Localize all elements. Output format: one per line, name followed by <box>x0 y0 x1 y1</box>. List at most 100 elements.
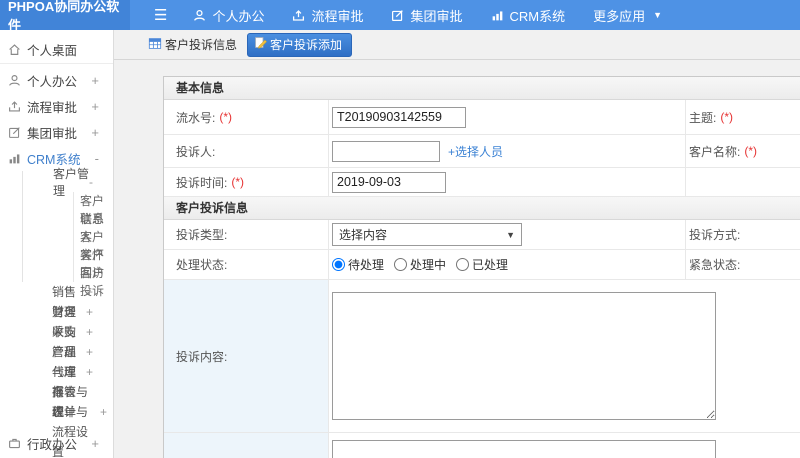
radio-pending[interactable]: 待处理 <box>332 256 384 273</box>
expand-icon[interactable]: + <box>91 73 99 88</box>
radio-processed[interactable]: 已处理 <box>456 256 508 273</box>
sidebar-item-customer-care[interactable]: 客户关怀 <box>74 228 113 262</box>
customer-management-children: 客户信息 联系人 客户关怀 客户回访 客户投诉 <box>73 192 113 298</box>
sidebar-item-finance[interactable]: 财务收支 + <box>0 302 113 339</box>
nav-item-label: 个人办公 <box>212 8 265 24</box>
main-area: 客户投诉信息 客户投诉添加 基本信息 流水号: (*) T20190903142… <box>114 30 800 458</box>
sidebar-item-label: 流程审批 <box>27 100 78 115</box>
nav-item-label: 更多应用 <box>593 8 646 24</box>
sidebar-item-contacts[interactable]: 联系人 <box>74 210 113 244</box>
empty-cell <box>686 168 800 196</box>
required-mark: (*) <box>231 175 245 189</box>
row-complaint-content: 投诉内容: <box>164 280 800 433</box>
expand-icon[interactable]: + <box>86 362 93 382</box>
sidebar-item-personal-office[interactable]: 个人办公 + <box>0 67 113 93</box>
sidebar-item-form-flow-settings[interactable]: 表单与流程设置 + <box>0 402 113 458</box>
sidebar-item-customer-complaint[interactable]: 客户投诉 <box>74 264 113 298</box>
required-mark: (*) <box>219 110 233 124</box>
nav-item-workflow-approval[interactable]: 流程审批 <box>292 6 363 25</box>
expand-icon[interactable]: + <box>100 402 107 422</box>
row-serial-number: 流水号: (*) 主题: (*) <box>164 100 800 135</box>
customer-management-group: 客户管理 - 客户信息 联系人 客户关怀 客户回访 客户投诉 <box>22 167 113 298</box>
edit-add-icon <box>254 36 267 52</box>
user-icon <box>193 9 206 22</box>
sidebar-item-label: 行政办公 <box>27 437 78 452</box>
select-person-link[interactable]: +选择人员 <box>448 143 503 160</box>
sidebar-item-administration[interactable]: 行政办公 + <box>0 430 113 456</box>
sidebar-item-reports-statistics[interactable]: 报表与统计 <box>0 382 113 419</box>
caret-down-icon: ▼ <box>653 10 663 20</box>
row-handle-status: 处理状态: 待处理 处理中 已处理 紧急状态: <box>164 250 800 280</box>
tab-complaint-list[interactable]: 客户投诉信息 <box>148 36 237 53</box>
complaint-type-label: 投诉类型: <box>164 220 329 249</box>
sidebar-item-group-approval[interactable]: 集团审批 + <box>0 119 113 145</box>
sidebar-item-label: 财务收支 <box>52 305 77 339</box>
bar-chart-icon <box>8 152 21 165</box>
nav-item-label: 流程审批 <box>311 8 364 24</box>
flow-approval-icon <box>8 100 21 113</box>
handle-status-radio-group: 待处理 处理中 已处理 <box>332 256 508 273</box>
radio-pending-input[interactable] <box>332 258 345 271</box>
sidebar-item-desktop[interactable]: 个人桌面 <box>0 36 113 64</box>
expand-icon[interactable]: + <box>86 302 93 322</box>
complainant-label: 投诉人: <box>164 135 329 167</box>
section-header-basic-info: 基本信息 <box>164 77 800 100</box>
tab-label: 客户投诉添加 <box>270 37 343 52</box>
expand-icon[interactable]: + <box>91 436 99 451</box>
collapse-icon[interactable]: - <box>89 175 93 189</box>
nav-item-more-apps[interactable]: 更多应用 ▼ <box>593 6 662 25</box>
complaint-time-label: 投诉时间: (*) <box>164 168 329 196</box>
sidebar-item-products-inventory[interactable]: 产品与库存 + <box>0 342 113 399</box>
expand-icon[interactable]: + <box>86 282 93 302</box>
flow-approval-icon <box>292 9 305 22</box>
sidebar-item-customer-management[interactable]: 客户管理 - <box>23 167 113 198</box>
sidebar-item-purchasing[interactable]: 采购管理 + <box>0 322 113 359</box>
expand-icon[interactable]: + <box>86 342 93 362</box>
complainant-input[interactable] <box>332 140 440 162</box>
radio-processing-input[interactable] <box>394 258 408 271</box>
complaint-content-textarea[interactable] <box>332 292 716 420</box>
sidebar: 个人桌面 个人办公 + 流程审批 + 集团审批 + CRM系统 - 客户管理 - <box>0 30 114 458</box>
required-mark: (*) <box>744 144 758 158</box>
nav-item-personal-office[interactable]: 个人办公 <box>193 6 264 25</box>
expand-icon[interactable]: + <box>91 99 99 114</box>
required-mark: (*) <box>720 110 734 124</box>
nav-item-crm-system[interactable]: CRM系统 <box>491 6 566 25</box>
tab-label: 客户投诉信息 <box>165 38 238 52</box>
row-complaint-time: 投诉时间: (*) <box>164 168 800 197</box>
sidebar-item-customer-revisit[interactable]: 客户回访 <box>74 246 113 280</box>
urgent-status-label: 紧急状态: <box>689 258 741 272</box>
sidebar-item-label: 个人办公 <box>27 74 78 89</box>
serial-number-input[interactable] <box>332 106 466 128</box>
subject-label: 主题: (*) <box>689 110 734 125</box>
caret-down-icon: ▼ <box>506 229 515 240</box>
expand-icon[interactable]: + <box>86 322 93 342</box>
extra-content-textarea[interactable] <box>332 440 716 458</box>
sidebar-item-customer-info[interactable]: 客户信息 <box>74 192 113 226</box>
sidebar-item-label: 采购管理 <box>52 325 77 359</box>
edit-square-icon <box>391 9 404 22</box>
complaint-type-select[interactable]: 选择内容 ▼ <box>332 223 522 246</box>
sidebar-item-label: 销售管理 <box>52 285 77 319</box>
hamburger-icon[interactable]: ☰ <box>154 6 167 24</box>
row-complainant: 投诉人: +选择人员 客户名称: (*) <box>164 135 800 168</box>
complaint-method-label: 投诉方式: <box>689 228 741 242</box>
sidebar-item-agent-management[interactable]: 代理商管理 + <box>0 362 113 419</box>
complaint-time-input[interactable] <box>332 171 446 193</box>
bar-chart-icon <box>491 9 504 22</box>
nav-item-label: CRM系统 <box>509 8 566 24</box>
radio-processed-input[interactable] <box>456 258 470 271</box>
sidebar-item-workflow-approval[interactable]: 流程审批 + <box>0 93 113 119</box>
sidebar-item-label: 表单与流程设置 <box>52 405 89 458</box>
nav-item-group-approval[interactable]: 集团审批 <box>391 6 463 25</box>
radio-processing[interactable]: 处理中 <box>394 256 446 273</box>
top-bar: PHPOA协同办公软件 ☰ 个人办公 流程审批 集团审批 CRM系统 更多应用 … <box>0 0 800 33</box>
expand-icon[interactable]: + <box>91 125 99 140</box>
user-icon <box>8 74 21 87</box>
handle-status-label: 处理状态: <box>164 250 329 279</box>
collapse-icon[interactable]: - <box>95 151 99 166</box>
form-content: 基本信息 流水号: (*) 主题: (*) <box>114 60 800 458</box>
sidebar-item-label: 集团审批 <box>27 126 78 141</box>
complaint-content-label: 投诉内容: <box>164 280 329 432</box>
tab-complaint-add[interactable]: 客户投诉添加 <box>247 32 353 57</box>
